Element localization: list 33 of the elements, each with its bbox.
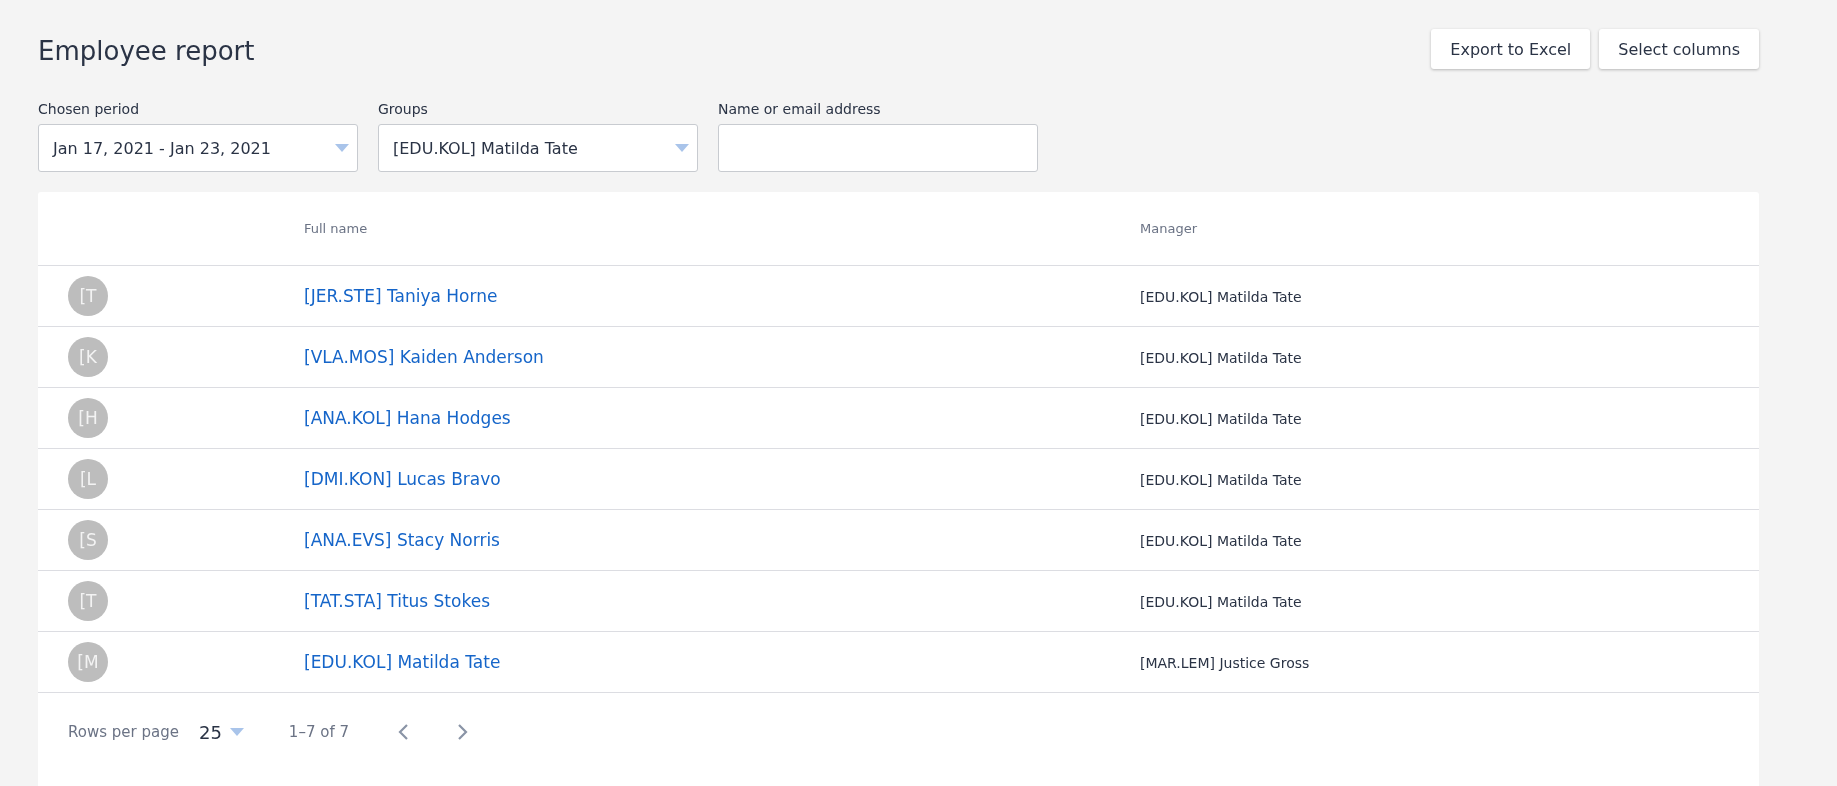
dropdown-field[interactable]: [EDU.KOL] Matilda Tate [378, 124, 698, 172]
action-button[interactable]: Select columns [1599, 29, 1759, 69]
manager-name: [EDU.KOL] Matilda Tate [1140, 532, 1302, 549]
previous-page-icon[interactable] [396, 723, 409, 741]
caret-icon [335, 144, 349, 152]
filter-label: Chosen period [38, 101, 141, 117]
manager-name: [EDU.KOL] Matilda Tate [1140, 471, 1302, 488]
input-field[interactable] [718, 124, 1038, 172]
page-title: Employee report [38, 35, 255, 66]
action-button[interactable]: Export to Excel [1431, 29, 1591, 69]
filter-label: Name or email address [718, 101, 882, 117]
employee-link[interactable]: [DMI.KON] Lucas Bravo [304, 469, 501, 489]
employee-link[interactable]: [VLA.MOS] Kaiden Anderson [304, 347, 544, 367]
column-header: Manager [1140, 221, 1197, 236]
page-range: 1–7 of 7 [288, 723, 349, 741]
caret-icon [229, 728, 244, 736]
rows-per-page-label: Rows per page [68, 723, 179, 741]
employee-link[interactable]: [JER.STE] Taniya Horne [304, 286, 498, 306]
employee-link[interactable]: [ANA.KOL] Hana Hodges [304, 408, 511, 428]
manager-name: [EDU.KOL] Matilda Tate [1140, 410, 1302, 427]
employee-link[interactable]: [EDU.KOL] Matilda Tate [304, 652, 501, 672]
manager-name: [EDU.KOL] Matilda Tate [1140, 288, 1302, 305]
manager-name: [EDU.KOL] Matilda Tate [1140, 593, 1302, 610]
column-header: Full name [304, 221, 368, 236]
employee-link[interactable]: [TAT.STA] Titus Stokes [304, 591, 490, 611]
dropdown-field[interactable]: Jan 17, 2021 - Jan 23, 2021 [38, 124, 358, 172]
rows-per-page-select[interactable]: 25 [198, 721, 244, 743]
next-page-icon[interactable] [456, 723, 469, 741]
manager-name: [MAR.LEM] Justice Gross [1140, 654, 1310, 671]
manager-name: [EDU.KOL] Matilda Tate [1140, 349, 1302, 366]
filter-label: Groups [378, 101, 429, 117]
caret-icon [675, 144, 689, 152]
employee-link[interactable]: [ANA.EVS] Stacy Norris [304, 530, 500, 550]
